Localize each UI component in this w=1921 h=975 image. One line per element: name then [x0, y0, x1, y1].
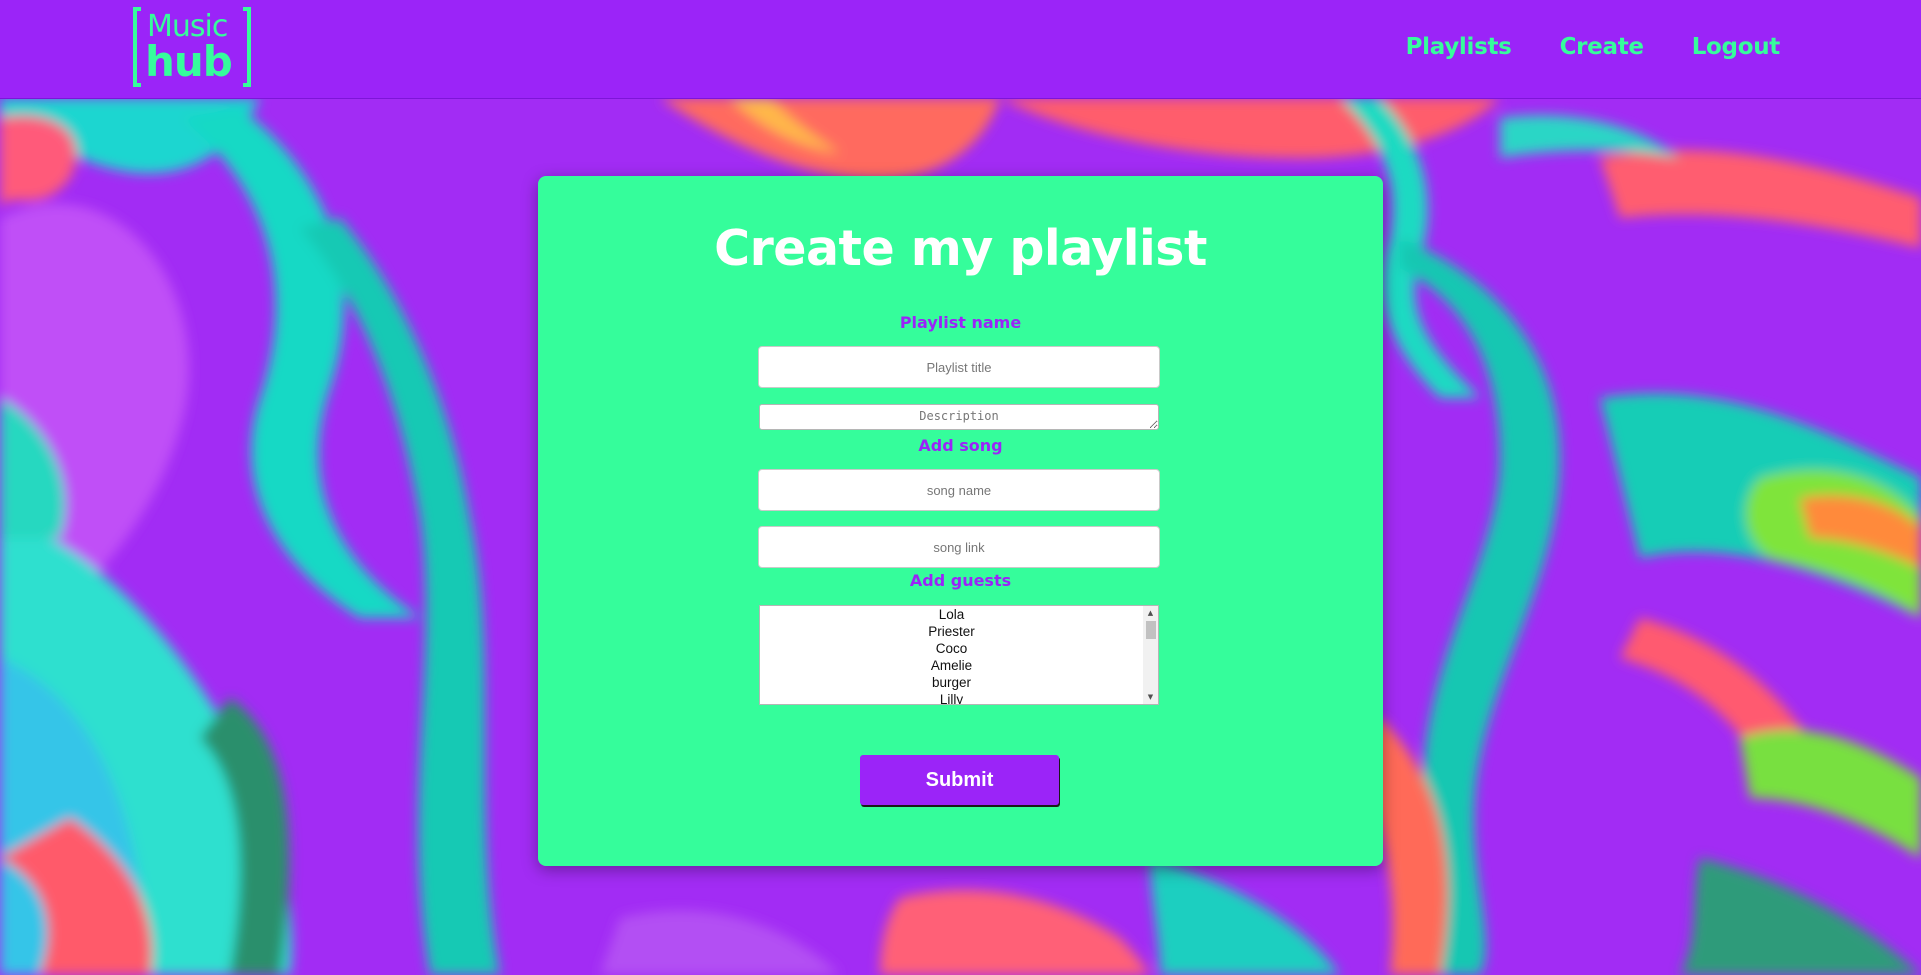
scroll-thumb[interactable] [1146, 621, 1156, 639]
guest-option[interactable]: Amelie [760, 657, 1143, 674]
guest-option[interactable]: Coco [760, 640, 1143, 657]
create-playlist-card: Create my playlist Playlist name Add son… [538, 176, 1383, 866]
logo-text-hub: hub [145, 37, 233, 86]
guest-option[interactable]: Lola [760, 606, 1143, 623]
guest-option[interactable]: Lilly [760, 691, 1143, 704]
nav-links: Playlists Create Logout [1406, 34, 1781, 60]
guest-option[interactable]: Priester [760, 623, 1143, 640]
scroll-down-arrow-icon[interactable]: ▼ [1143, 690, 1158, 704]
nav-link-logout[interactable]: Logout [1692, 34, 1781, 60]
playlist-title-input[interactable] [758, 346, 1160, 388]
add-guests-label: Add guests [909, 571, 1012, 590]
nav-link-create[interactable]: Create [1560, 34, 1644, 60]
music-hub-logo[interactable]: Music hub [133, 7, 251, 89]
guests-options: Lola Priester Coco Amelie burger Lilly [760, 606, 1143, 704]
scroll-up-arrow-icon[interactable]: ▲ [1143, 606, 1158, 620]
logo-left-bracket [133, 7, 141, 87]
playlist-name-label: Playlist name [899, 313, 1022, 332]
guests-scrollbar[interactable]: ▲ ▼ [1143, 606, 1158, 704]
guest-option[interactable]: burger [760, 674, 1143, 691]
page-title: Create my playlist [714, 220, 1207, 277]
guests-multiselect[interactable]: Lola Priester Coco Amelie burger Lilly ▲… [759, 605, 1159, 705]
song-link-input[interactable] [758, 526, 1160, 568]
song-name-input[interactable] [758, 469, 1160, 511]
logo-right-bracket [243, 7, 251, 87]
description-textarea[interactable] [759, 404, 1159, 430]
top-navbar: Music hub Playlists Create Logout [0, 0, 1921, 99]
page: Music hub Playlists Create Logout Create… [0, 0, 1921, 975]
nav-link-playlists[interactable]: Playlists [1406, 34, 1512, 60]
add-song-label: Add song [918, 436, 1003, 455]
submit-button[interactable]: Submit [860, 755, 1059, 805]
